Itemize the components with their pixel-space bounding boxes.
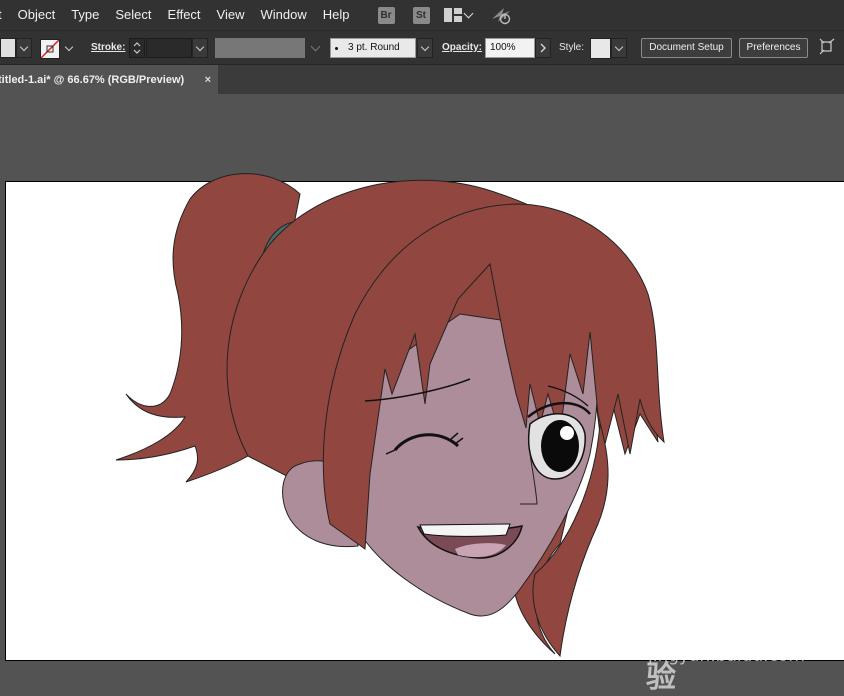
brush-definition[interactable]: 3 pt. Round xyxy=(330,38,416,58)
arrange-documents-icon[interactable] xyxy=(818,37,838,57)
workspace-switcher[interactable] xyxy=(443,8,473,22)
stroke-swatch[interactable] xyxy=(40,39,60,59)
chevron-down-icon xyxy=(463,8,473,19)
open-eye-iris xyxy=(541,420,579,472)
close-icon[interactable]: × xyxy=(205,74,211,86)
fill-swatch[interactable] xyxy=(0,38,16,58)
chevron-down-icon xyxy=(195,42,205,51)
control-bar: Stroke: 3 pt. Round Opacity: 100% Style:… xyxy=(0,30,844,65)
graphic-style-dropdown[interactable] xyxy=(611,38,627,58)
chevron-down-icon xyxy=(420,42,430,51)
stock-button[interactable]: St xyxy=(412,6,430,24)
stepper-arrows-icon xyxy=(133,42,141,54)
anime-girl-artwork[interactable] xyxy=(0,94,844,693)
menu-edit[interactable]: t xyxy=(0,0,10,30)
menu-select[interactable]: Select xyxy=(107,0,159,30)
stroke-label[interactable]: Stroke: xyxy=(91,38,125,58)
workspace-grid-icon xyxy=(443,8,462,22)
stroke-weight-stepper[interactable] xyxy=(129,38,145,58)
chevron-down-icon xyxy=(614,42,624,51)
bridge-button[interactable]: Br xyxy=(377,6,395,24)
brush-dropdown[interactable] xyxy=(417,38,433,58)
chevron-right-icon xyxy=(540,43,546,53)
chevron-down-icon xyxy=(310,41,320,52)
graphic-style-swatch[interactable] xyxy=(590,38,611,59)
teeth xyxy=(419,523,511,537)
chevron-down-icon xyxy=(19,42,29,51)
document-tab-bar: titled-1.ai* @ 66.67% (RGB/Preview) × xyxy=(0,64,844,95)
menu-bar: t Object Type Select Effect View Window … xyxy=(0,0,844,30)
stroke-color-dropdown[interactable] xyxy=(61,38,77,58)
style-label: Style: xyxy=(559,42,585,53)
preferences-button[interactable]: Preferences xyxy=(739,38,808,58)
opacity-flyout[interactable] xyxy=(535,38,551,58)
canvas-area[interactable]: Bai du 经验 jingyan.baidu.com xyxy=(0,94,844,695)
stroke-weight-dropdown[interactable] xyxy=(192,38,208,58)
brush-dot-icon xyxy=(335,46,338,50)
menu-window[interactable]: Window xyxy=(253,0,315,30)
menu-effect[interactable]: Effect xyxy=(160,0,209,30)
chevron-down-icon xyxy=(64,42,74,51)
fill-dropdown[interactable] xyxy=(16,38,32,58)
document-tab[interactable]: titled-1.ai* @ 66.67% (RGB/Preview) × xyxy=(0,65,218,95)
no-stroke-icon xyxy=(41,40,59,58)
opacity-input[interactable]: 100% xyxy=(485,38,535,58)
variable-width-profile[interactable] xyxy=(215,38,305,58)
menu-object[interactable]: Object xyxy=(10,0,64,30)
stroke-weight-input[interactable] xyxy=(146,38,192,58)
menu-view[interactable]: View xyxy=(209,0,253,30)
opacity-label[interactable]: Opacity: xyxy=(442,38,482,58)
document-tab-title: titled-1.ai* @ 66.67% (RGB/Preview) xyxy=(0,74,185,86)
menu-type[interactable]: Type xyxy=(63,0,107,30)
brush-label: 3 pt. Round xyxy=(348,42,400,53)
document-setup-button[interactable]: Document Setup xyxy=(641,38,732,58)
gpu-performance-icon[interactable] xyxy=(490,5,514,25)
variable-width-dropdown[interactable] xyxy=(307,38,323,58)
open-eye-highlight xyxy=(560,426,574,440)
menu-help[interactable]: Help xyxy=(315,0,358,30)
